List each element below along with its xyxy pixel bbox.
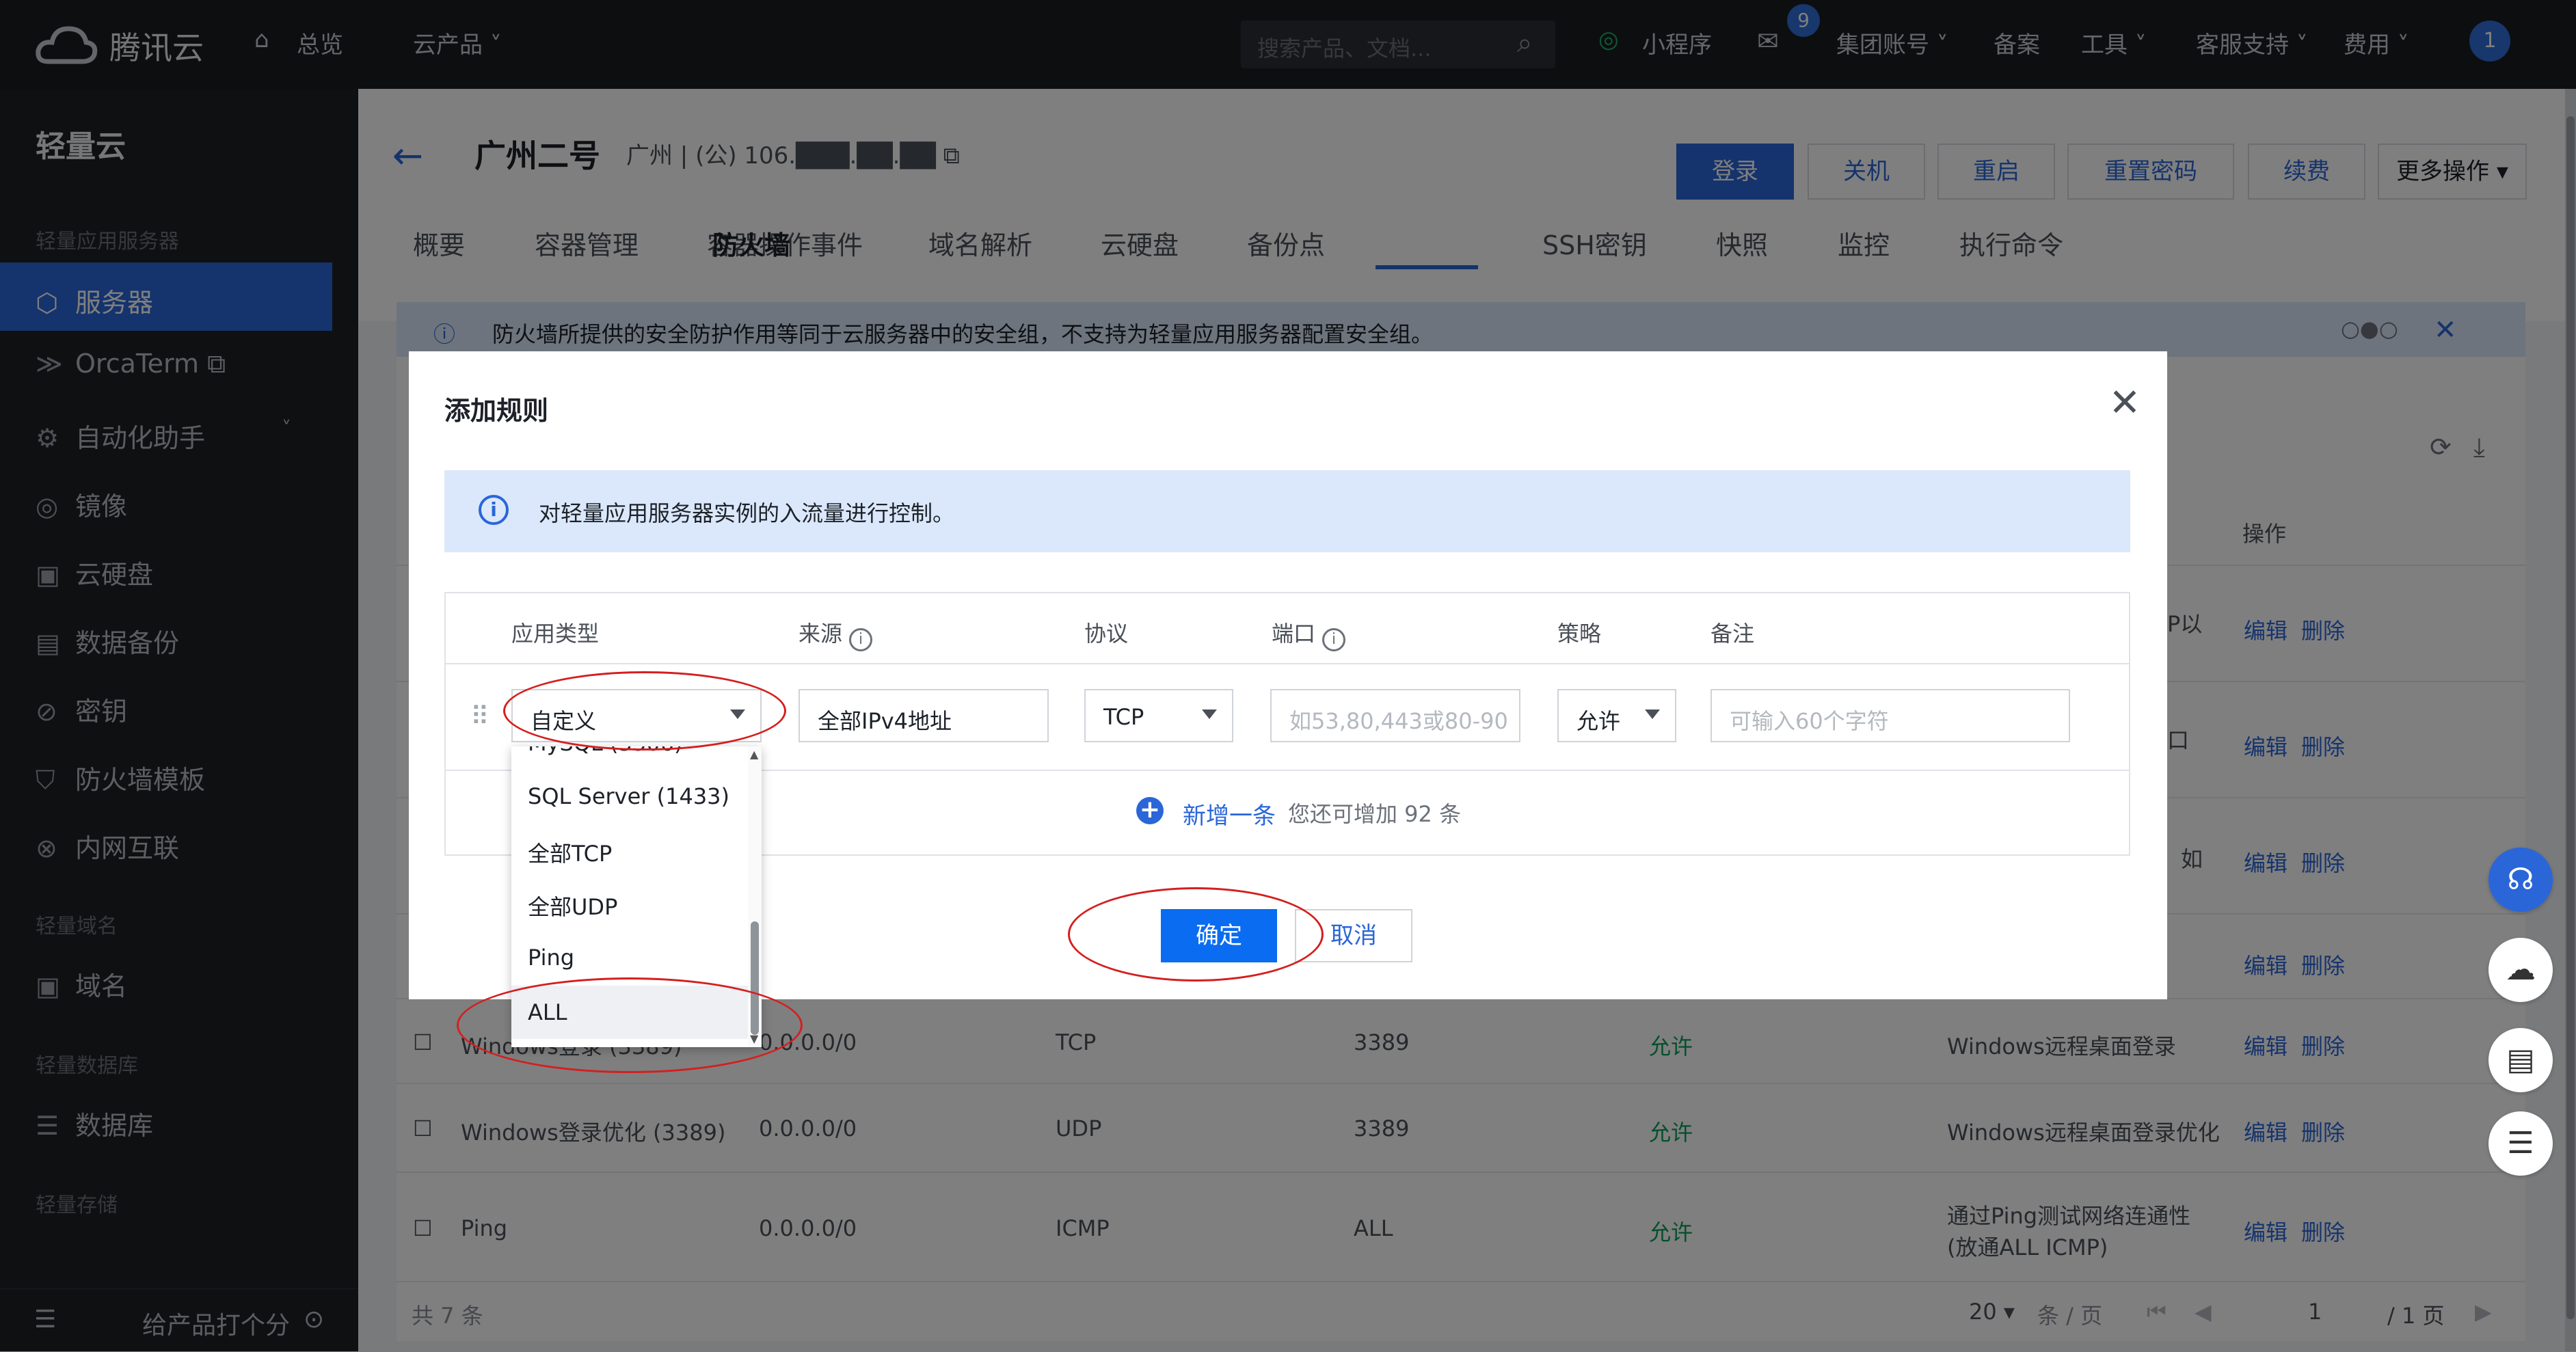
dialog-info-text: 对轻量应用服务器实例的入流量进行控制。 [539, 500, 955, 526]
info-icon: i [479, 495, 509, 525]
port-help-icon[interactable]: i [1322, 628, 1346, 651]
protocol-value: TCP [1103, 704, 1144, 730]
close-icon[interactable]: ✕ [2104, 383, 2145, 424]
protocol-select[interactable]: TCP [1084, 689, 1233, 742]
dialog-info-banner: i 对轻量应用服务器实例的入流量进行控制。 [444, 470, 2130, 552]
remaining-hint: 您还可增加 92 条 [1288, 801, 1462, 827]
option-all-tcp[interactable]: 全部TCP [511, 823, 749, 876]
list-icon[interactable]: ☰ [2488, 1111, 2553, 1176]
option-label: Ping [528, 945, 575, 971]
source-help-icon[interactable]: i [849, 628, 873, 651]
column-source: 来源 i [799, 617, 873, 651]
cloud-icon[interactable]: ☁ [2488, 938, 2553, 1002]
port-placeholder: 如53,80,443或80-90 [1289, 708, 1508, 734]
dialog-title: 添加规则 [444, 396, 549, 426]
option-ping[interactable]: Ping [511, 931, 749, 984]
book-icon[interactable]: ▤ [2488, 1028, 2553, 1092]
note-placeholder: 可输入60个字符 [1730, 708, 1889, 734]
annotation-ellipse-all-option [457, 977, 803, 1073]
option-all-udp[interactable]: 全部UDP [511, 876, 749, 930]
option-label: SQL Server (1433) [528, 783, 730, 809]
chevron-down-icon [1645, 709, 1660, 719]
option-label: 全部TCP [528, 841, 613, 867]
note-input[interactable]: 可输入60个字符 [1710, 689, 2070, 742]
add-rule-link[interactable]: 新增一条 [1183, 797, 1276, 830]
column-source-label: 来源 [799, 621, 843, 647]
rule-editor-header: 应用类型 来源 i 协议 端口 i 策略 备注 [446, 593, 2129, 664]
annotation-ellipse-app-type [503, 671, 786, 751]
policy-value: 允许 [1577, 708, 1621, 734]
drag-handle-icon[interactable]: ⠿ [470, 701, 489, 731]
policy-select[interactable]: 允许 [1557, 689, 1676, 742]
option-label: 全部UDP [528, 894, 618, 920]
column-app-type: 应用类型 [511, 621, 600, 647]
column-port-label: 端口 [1272, 621, 1316, 647]
add-icon[interactable]: + [1136, 797, 1164, 824]
column-port: 端口 i [1272, 617, 1346, 651]
column-protocol: 协议 [1084, 621, 1129, 647]
customer-service-icon[interactable]: ☊ [2488, 848, 2553, 912]
source-value: 全部IPv4地址 [818, 708, 952, 734]
option-sql-server[interactable]: SQL Server (1433) [511, 770, 749, 823]
scroll-up-icon[interactable]: ▲ [750, 748, 758, 761]
column-policy: 策略 [1557, 621, 1602, 647]
column-note: 备注 [1710, 621, 1755, 647]
chevron-down-icon [1202, 709, 1217, 719]
port-input[interactable]: 如53,80,443或80-90 [1270, 689, 1520, 742]
source-input[interactable]: 全部IPv4地址 [799, 689, 1049, 742]
annotation-ellipse-confirm [1068, 887, 1324, 982]
